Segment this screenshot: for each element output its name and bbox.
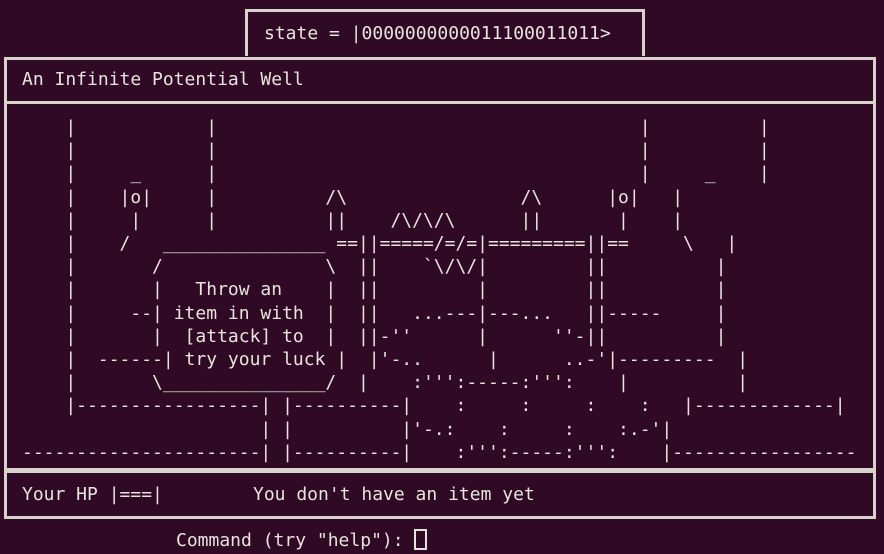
- ascii-scene: | | | | | | | | | _ | | _ | | |o| | /\ /…: [22, 116, 856, 464]
- scene-line: | | [attack] to | ||-'' | ''-|| |: [65, 325, 727, 347]
- quantum-state-readout: state = |0000000000011100011011>: [264, 23, 611, 44]
- hp-indicator: Your HP |===|: [22, 484, 163, 505]
- scene-line: | ------| try your luck | |'-.. | ..-'|-…: [65, 349, 749, 371]
- level-title: An Infinite Potential Well: [22, 69, 304, 90]
- scene-line: | | | |: [65, 117, 770, 138]
- command-prompt: Command (try "help"):: [176, 530, 404, 551]
- scene-line: | _ | | _ |: [65, 163, 770, 185]
- scene-line: | | Throw an | || | || |: [65, 279, 727, 301]
- scene-line: | --| item in with | || ...---|---... ||…: [65, 302, 727, 324]
- scene-line: | | |'-.: : : :.-'|: [260, 418, 673, 440]
- command-input[interactable]: [414, 529, 427, 550]
- scene-line: | \_______________/ | :''':-----:''': | …: [65, 372, 749, 394]
- scene-line: | / _______________ ==||=====/=/=|======…: [65, 233, 738, 255]
- scene-line: | |o| | /\ /\ |o| |: [65, 186, 684, 208]
- scene-line: | / \ || `\/\/| || |: [65, 256, 727, 278]
- scene-line: |-----------------| |----------| : : : :…: [65, 395, 846, 417]
- item-message: You don't have an item yet: [253, 484, 535, 505]
- scene-line: ----------------------| |----------| :''…: [22, 441, 857, 463]
- scene-line: | | | || /\/\/\ || | |: [65, 209, 684, 231]
- scene-line: | | | |: [65, 140, 770, 162]
